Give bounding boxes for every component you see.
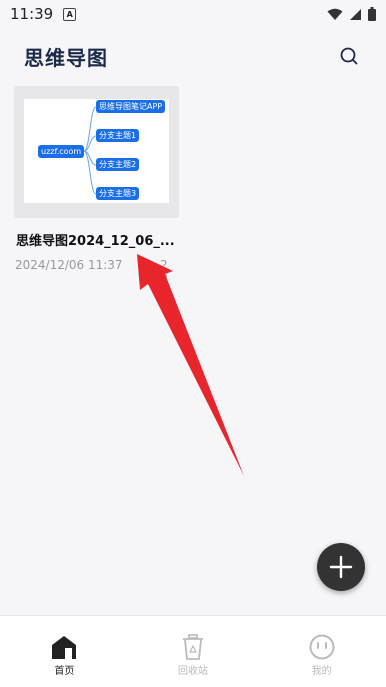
plus-icon <box>329 555 353 579</box>
tab-home-label: 首页 <box>54 666 75 677</box>
app-header: 思维导图 <box>0 40 386 74</box>
mindmap-preview: uzzf.coom 思维导图笔记APP 分支主题1 分支主题2 分支主题3 <box>24 99 169 203</box>
mindmap-branch-node: 思维导图笔记APP <box>96 100 166 113</box>
status-bar: 11:39 A <box>0 0 386 28</box>
home-icon <box>52 636 77 659</box>
status-right <box>327 7 376 21</box>
tab-recycle-bin-label: 回收站 <box>178 666 208 677</box>
tab-recycle-bin[interactable]: 回收站 <box>129 616 258 687</box>
recycle-bin-icon <box>183 634 203 660</box>
signal-icon <box>350 8 361 20</box>
file-thumbnail: uzzf.coom 思维导图笔记APP 分支主题1 分支主题2 分支主题3 <box>14 86 179 218</box>
status-left: 11:39 A <box>10 5 77 23</box>
tab-home[interactable]: 首页 <box>0 616 129 687</box>
bottom-tab-bar: 首页 回收站 我的 <box>0 615 386 687</box>
mindmap-branch-node: 分支主题2 <box>96 158 140 171</box>
add-button[interactable] <box>317 543 365 591</box>
mindmap-branch-node: 分支主题1 <box>96 129 140 142</box>
file-size: 2 B <box>160 258 169 286</box>
wifi-icon <box>327 8 343 20</box>
file-date: 2024/12/06 11:37 <box>15 258 123 272</box>
mindmap-branch-node: 分支主题3 <box>96 187 140 200</box>
battery-icon <box>368 7 376 21</box>
search-icon[interactable] <box>338 45 360 67</box>
profile-icon <box>309 634 335 660</box>
status-time: 11:39 <box>10 5 54 23</box>
notification-a-icon: A <box>63 7 77 21</box>
mindmap-root-node: uzzf.coom <box>38 145 85 158</box>
file-card[interactable]: uzzf.coom 思维导图笔记APP 分支主题1 分支主题2 分支主题3 思维… <box>14 86 179 286</box>
tab-profile-label: 我的 <box>311 666 332 677</box>
page-title: 思维导图 <box>24 46 108 70</box>
file-name: 思维导图2024_12_06_... <box>16 234 175 249</box>
tab-profile[interactable]: 我的 <box>257 616 386 687</box>
